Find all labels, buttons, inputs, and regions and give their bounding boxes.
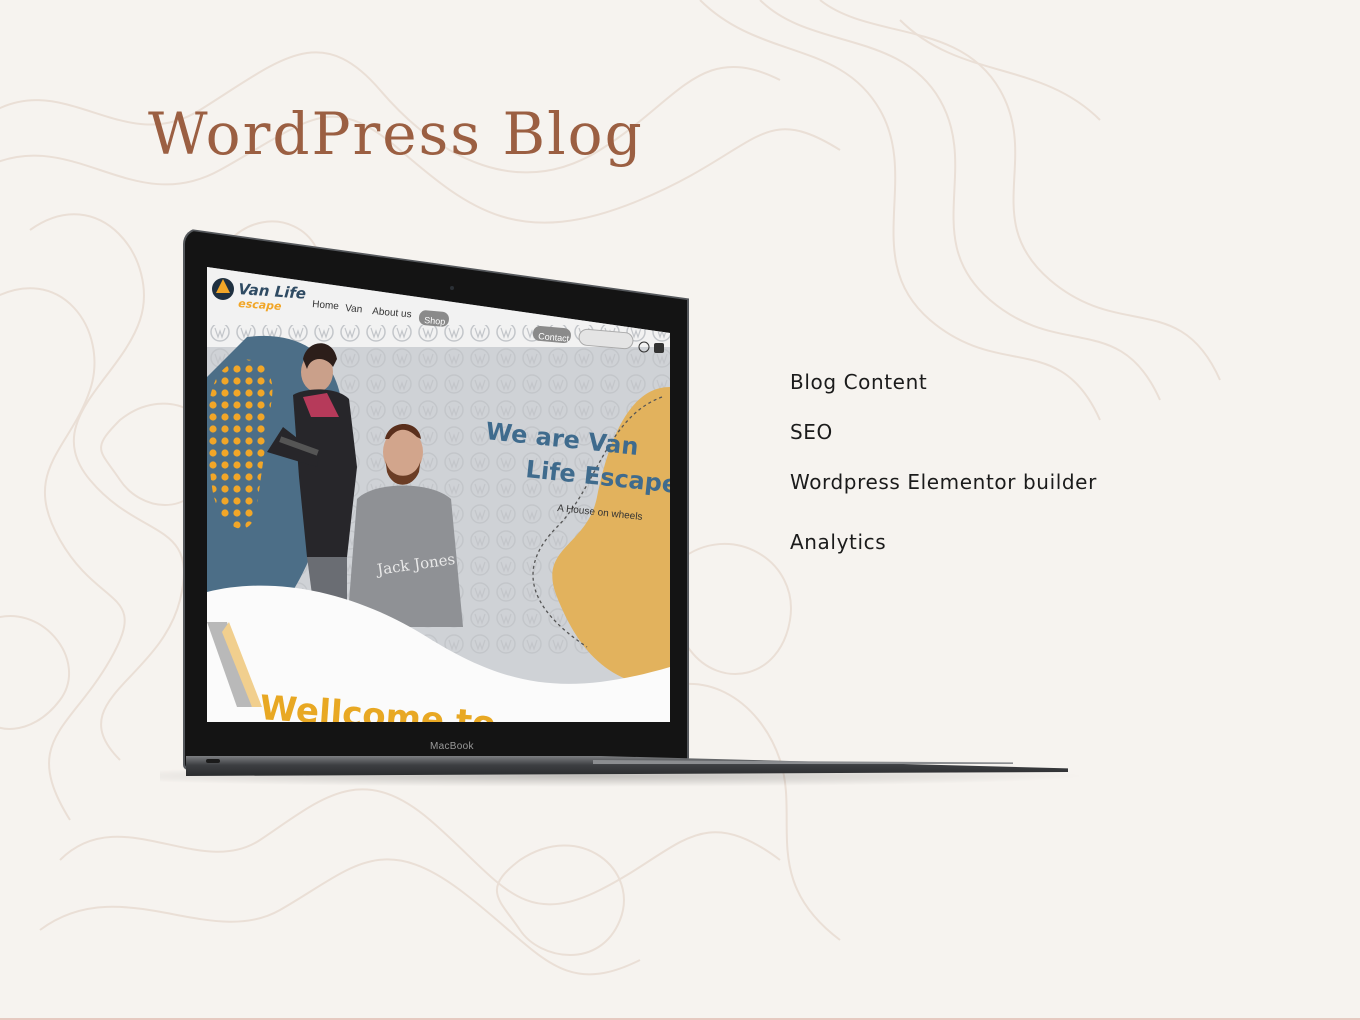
page-title: WordPress Blog: [148, 100, 644, 168]
laptop-screen: Jack Jones We are Van Life Escape A Hous…: [207, 267, 670, 722]
service-item: Blog Content: [790, 370, 928, 394]
cart-icon[interactable]: [654, 343, 664, 353]
laptop-brand-label: MacBook: [430, 741, 474, 752]
service-item: Analytics: [790, 530, 887, 554]
nav-van[interactable]: Van: [345, 303, 363, 315]
camera-icon: [450, 286, 454, 290]
shop-label: Shop: [424, 315, 446, 327]
website-preview: Jack Jones We are Van Life Escape A Hous…: [207, 267, 670, 722]
service-item: SEO: [790, 420, 833, 444]
nav-home[interactable]: Home: [312, 299, 340, 312]
usb-port: [206, 759, 220, 763]
service-item: Wordpress Elementor builder: [790, 470, 1097, 494]
